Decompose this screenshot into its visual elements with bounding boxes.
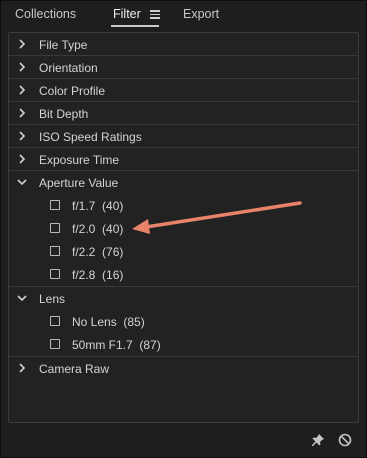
section-label: Lens bbox=[39, 292, 66, 306]
chevron-right-icon bbox=[19, 154, 26, 164]
no-entry-icon[interactable] bbox=[337, 432, 353, 448]
tab-bar: Collections Filter Export bbox=[1, 1, 366, 31]
section-label: Aperture Value bbox=[39, 176, 119, 190]
section-bit-depth[interactable]: Bit Depth bbox=[9, 102, 358, 125]
chevron-right-icon bbox=[19, 363, 26, 373]
section-file-type[interactable]: File Type bbox=[9, 33, 358, 56]
filter-option-no-lens[interactable]: No Lens (85) bbox=[9, 310, 358, 333]
section-label: Orientation bbox=[39, 61, 98, 75]
chevron-right-icon bbox=[19, 39, 26, 49]
tab-filter[interactable]: Filter bbox=[113, 7, 141, 21]
filter-list: File Type Orientation Color Profile Bit … bbox=[8, 32, 359, 423]
checkbox[interactable] bbox=[50, 269, 60, 279]
option-label: 50mm F1.7 (87) bbox=[72, 338, 161, 352]
chevron-down-icon bbox=[17, 295, 27, 302]
section-iso-speed-ratings[interactable]: ISO Speed Ratings bbox=[9, 125, 358, 148]
active-tab-indicator bbox=[111, 25, 159, 27]
chevron-right-icon bbox=[19, 108, 26, 118]
section-camera-raw[interactable]: Camera Raw bbox=[9, 357, 358, 380]
checkbox[interactable] bbox=[50, 200, 60, 210]
section-aperture-value[interactable]: Aperture Value bbox=[9, 171, 358, 194]
tab-export[interactable]: Export bbox=[183, 7, 219, 21]
section-label: File Type bbox=[39, 38, 88, 52]
section-orientation[interactable]: Orientation bbox=[9, 56, 358, 79]
section-label: Exposure Time bbox=[39, 153, 120, 167]
section-label: Camera Raw bbox=[39, 362, 110, 376]
option-label: f/2.8 (16) bbox=[72, 268, 124, 282]
section-label: ISO Speed Ratings bbox=[39, 130, 142, 144]
filter-option-50mm-f1-7[interactable]: 50mm F1.7 (87) bbox=[9, 333, 358, 357]
filter-panel-window: Collections Filter Export File Type Orie… bbox=[0, 0, 367, 458]
section-label: Bit Depth bbox=[39, 107, 89, 121]
checkbox[interactable] bbox=[50, 316, 60, 326]
filter-option-f1-7[interactable]: f/1.7 (40) bbox=[9, 194, 358, 217]
chevron-right-icon bbox=[19, 85, 26, 95]
chevron-right-icon bbox=[19, 131, 26, 141]
tab-collections[interactable]: Collections bbox=[15, 7, 76, 21]
pin-icon[interactable] bbox=[310, 432, 326, 448]
section-color-profile[interactable]: Color Profile bbox=[9, 79, 358, 102]
option-label: f/2.2 (76) bbox=[72, 245, 124, 259]
checkbox[interactable] bbox=[50, 339, 60, 349]
option-label: f/2.0 (40) bbox=[72, 222, 124, 236]
filter-option-f2-8[interactable]: f/2.8 (16) bbox=[9, 263, 358, 287]
hamburger-menu-icon[interactable] bbox=[150, 10, 160, 19]
option-label: f/1.7 (40) bbox=[72, 199, 124, 213]
chevron-right-icon bbox=[19, 62, 26, 72]
chevron-down-icon bbox=[17, 179, 27, 186]
section-lens[interactable]: Lens bbox=[9, 287, 358, 310]
section-label: Color Profile bbox=[39, 84, 106, 98]
checkbox[interactable] bbox=[50, 223, 60, 233]
option-label: No Lens (85) bbox=[72, 315, 145, 329]
section-exposure-time[interactable]: Exposure Time bbox=[9, 148, 358, 171]
filter-option-f2-0[interactable]: f/2.0 (40) bbox=[9, 217, 358, 240]
checkbox[interactable] bbox=[50, 246, 60, 256]
filter-option-f2-2[interactable]: f/2.2 (76) bbox=[9, 240, 358, 263]
